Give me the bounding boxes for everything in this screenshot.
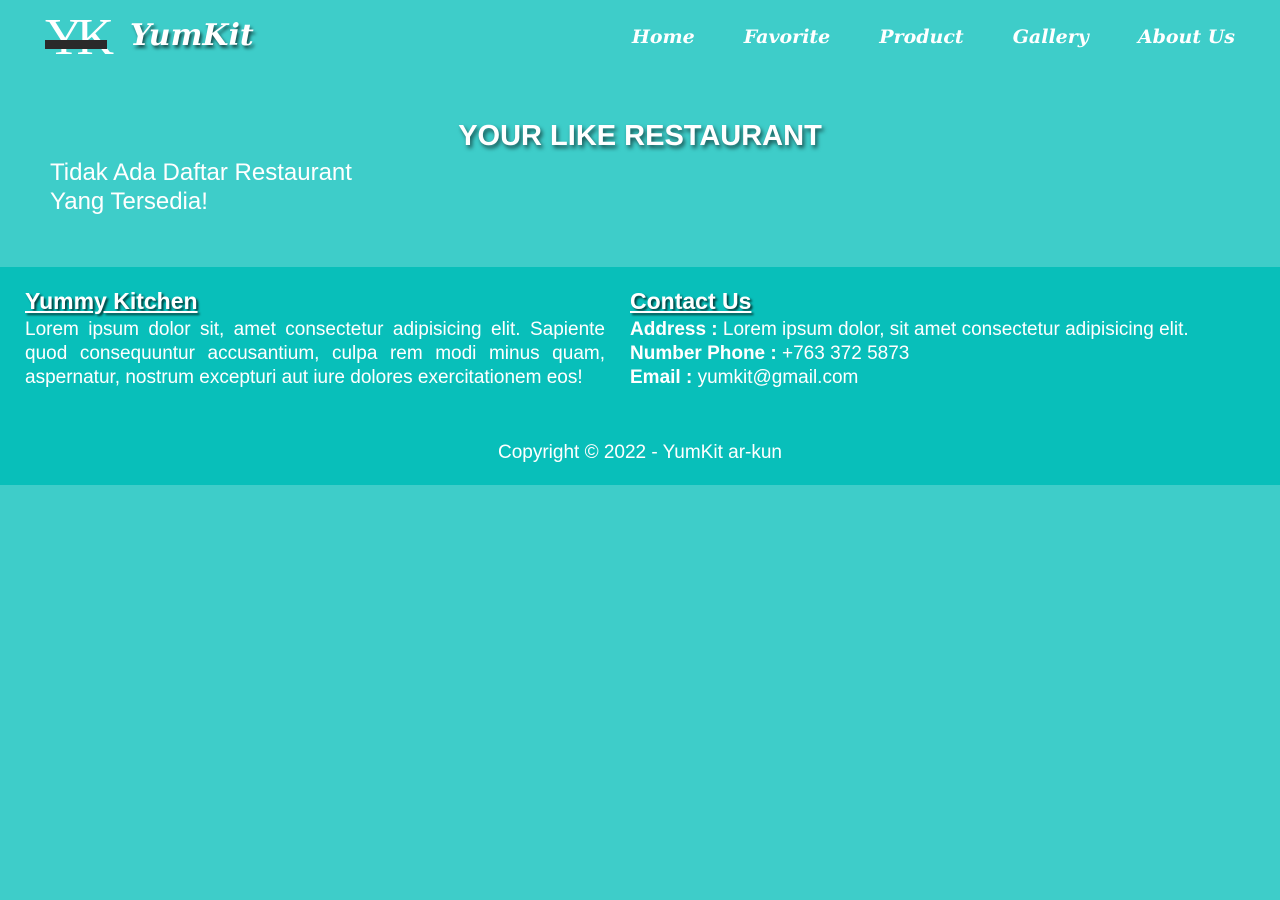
phone-label: Number Phone : (630, 343, 777, 364)
page-title: YOUR LIKE RESTAURANT (458, 120, 822, 153)
nav-product[interactable]: Product (879, 22, 963, 52)
logo-monogram: YK (45, 9, 114, 66)
empty-restaurant-message: Tidak Ada Daftar Restaurant Yang Tersedi… (50, 159, 352, 215)
nav-favorite[interactable]: Favorite (744, 22, 831, 52)
brand-logo[interactable]: YK (45, 9, 114, 66)
address-value: Lorem ipsum dolor, sit amet consectetur … (722, 319, 1189, 340)
footer-about-heading: Yummy Kitchen (25, 288, 198, 314)
logo-band (45, 40, 107, 49)
main-nav: Home Favorite Product Gallery About Us (632, 22, 1235, 52)
footer-about-text: Lorem ipsum dolor sit, amet consectetur … (25, 319, 605, 388)
brand-name[interactable]: YumKit (130, 14, 254, 58)
footer-contact: Contact Us Address : Lorem ipsum dolor, … (630, 286, 1255, 390)
navbar: YK YumKit Home Favorite Product Gallery … (0, 0, 1280, 76)
nav-home[interactable]: Home (632, 22, 695, 52)
phone-value[interactable]: +763 372 5873 (782, 343, 909, 364)
address-label: Address : (630, 319, 718, 340)
nav-gallery[interactable]: Gallery (1013, 22, 1089, 52)
footer-contact-heading: Contact Us (630, 288, 752, 314)
copyright: Copyright © 2022 - YumKit ar-kun (497, 442, 782, 463)
footer-about: Yummy Kitchen Lorem ipsum dolor sit, ame… (25, 286, 605, 390)
nav-about-us[interactable]: About Us (1138, 22, 1235, 52)
email-value[interactable]: yumkit@gmail.com (698, 367, 859, 388)
contact-phone: Number Phone : +763 372 5873 (630, 342, 1255, 366)
email-label: Email : (630, 367, 693, 388)
contact-address: Address : Lorem ipsum dolor, sit amet co… (630, 318, 1255, 342)
contact-email: Email : yumkit@gmail.com (630, 366, 1255, 390)
footer: Yummy Kitchen Lorem ipsum dolor sit, ame… (0, 267, 1280, 485)
